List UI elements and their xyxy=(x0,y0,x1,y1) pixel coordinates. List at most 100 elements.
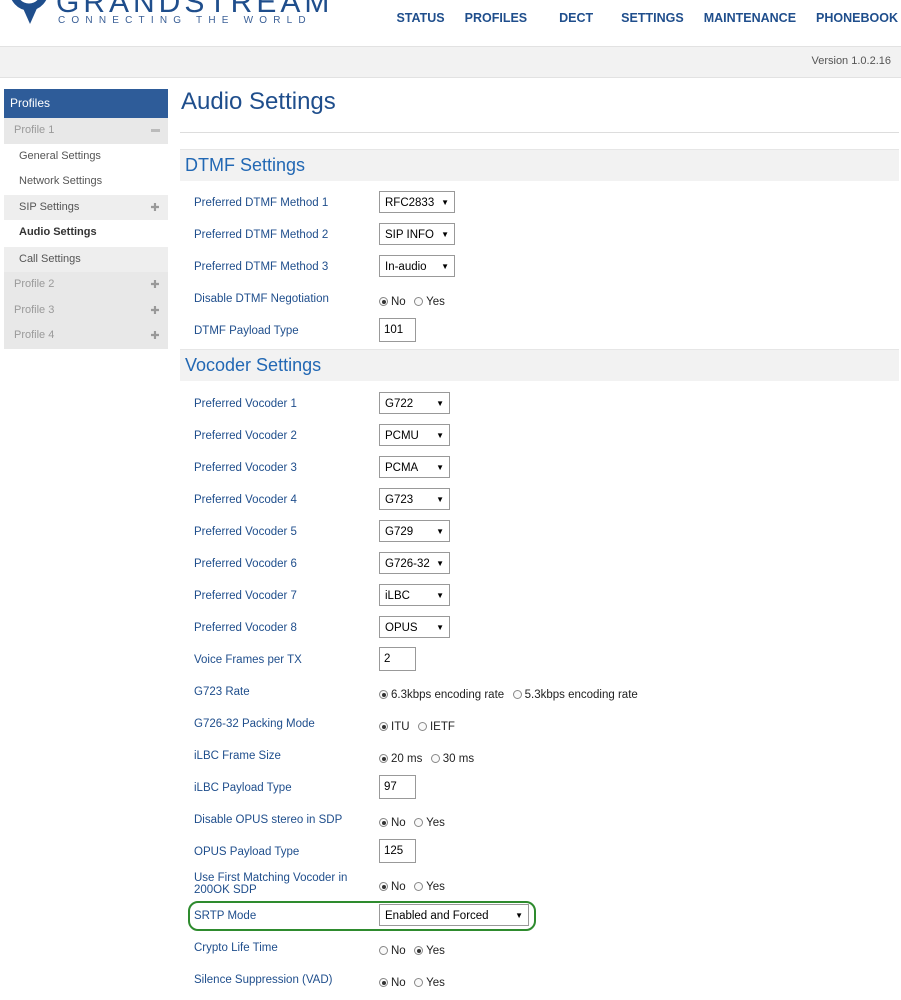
field-label: G726-32 Packing Mode xyxy=(194,718,315,730)
radio-button[interactable] xyxy=(379,722,388,731)
version-bar: Version 1.0.2.16 xyxy=(0,46,901,78)
radio-button[interactable] xyxy=(417,722,427,731)
radio-yes[interactable]: Yes xyxy=(414,817,445,829)
firmware-version: Version 1.0.2.16 xyxy=(811,55,891,67)
field-label: DTMF Payload Type xyxy=(194,325,299,337)
expand-icon[interactable]: ✚ xyxy=(150,331,160,342)
radio-button[interactable] xyxy=(379,882,388,891)
field-label: Preferred DTMF Method 1 xyxy=(194,197,329,209)
radio-button[interactable] xyxy=(379,754,388,763)
sidebar-item-sip-settings[interactable]: SIP Settings ✚ xyxy=(4,194,168,220)
expand-icon[interactable]: ✚ xyxy=(150,202,160,213)
page-title: Audio Settings xyxy=(181,88,336,115)
sidebar-item-label: General Settings xyxy=(19,149,101,162)
nav-status[interactable]: STATUS xyxy=(396,11,444,25)
sidebar-item-profile-3[interactable]: Profile 3 ✚ xyxy=(4,297,168,323)
field-label: iLBC Payload Type xyxy=(194,782,292,794)
voice-frames-row: Voice Frames per TX 2 xyxy=(194,647,894,679)
opus-payload-row: OPUS Payload Type 125 xyxy=(194,839,894,871)
radio-button[interactable] xyxy=(430,754,440,763)
radio-label: No xyxy=(391,880,406,893)
sidebar-item-audio-settings[interactable]: Audio Settings xyxy=(4,220,168,246)
radio-itu[interactable]: ITU xyxy=(379,721,410,733)
sidebar-item-profile-4[interactable]: Profile 4 ✚ xyxy=(4,323,168,349)
dropdown-arrow-icon: ▼ xyxy=(436,591,444,600)
dropdown-arrow-icon: ▼ xyxy=(441,262,449,271)
sidebar-item-label: SIP Settings xyxy=(19,200,80,213)
nav-maintenance[interactable]: MAINTENANCE xyxy=(704,11,796,25)
vocoder-3-select[interactable]: PCMA ▼ xyxy=(379,456,450,478)
radio-no[interactable]: No xyxy=(379,817,406,829)
radio-yes[interactable]: Yes xyxy=(414,296,445,308)
vocoder-4-row: Preferred Vocoder 4 G723 ▼ xyxy=(194,488,894,520)
radio-yes[interactable]: Yes xyxy=(414,945,445,957)
vocoder-8-select[interactable]: OPUS ▼ xyxy=(379,616,450,638)
radio-yes[interactable]: Yes xyxy=(414,881,445,893)
disable-dtmf-negotiation-row: Disable DTMF Negotiation No Yes xyxy=(194,287,894,319)
dtmf-method-2-row: Preferred DTMF Method 2 SIP INFO ▼ xyxy=(194,223,894,255)
nav-dect[interactable]: DECT xyxy=(559,11,593,25)
nav-profiles[interactable]: PROFILES xyxy=(465,11,528,25)
ilbc-payload-input[interactable]: 97 xyxy=(379,775,416,799)
vocoder-2-select[interactable]: PCMU ▼ xyxy=(379,424,450,446)
vocoder-6-select[interactable]: G726-32 ▼ xyxy=(379,552,450,574)
radio-button[interactable] xyxy=(379,978,388,987)
vocoder-1-select[interactable]: G722 ▼ xyxy=(379,392,450,414)
radio-6-3kbps[interactable]: 6.3kbps encoding rate xyxy=(379,689,504,701)
radio-30ms[interactable]: 30 ms xyxy=(430,753,474,765)
sidebar-item-label: Profile 1 xyxy=(14,124,55,136)
dtmf-method-3-select[interactable]: In-audio ▼ xyxy=(379,255,455,277)
vocoder-4-select[interactable]: G723 ▼ xyxy=(379,488,450,510)
opus-payload-input[interactable]: 125 xyxy=(379,839,416,863)
radio-button[interactable] xyxy=(414,297,424,306)
sidebar-item-profile-1[interactable]: Profile 1 xyxy=(4,118,168,144)
radio-no[interactable]: No xyxy=(379,296,406,308)
expand-icon[interactable]: ✚ xyxy=(150,305,160,316)
radio-5-3kbps[interactable]: 5.3kbps encoding rate xyxy=(512,689,638,701)
radio-button[interactable] xyxy=(414,818,424,827)
radio-no[interactable]: No xyxy=(379,945,406,957)
dtmf-method-1-select[interactable]: RFC2833 ▼ xyxy=(379,191,455,213)
radio-20ms[interactable]: 20 ms xyxy=(379,753,422,765)
expand-icon[interactable]: ✚ xyxy=(150,280,160,291)
sidebar-item-label: Profile 2 xyxy=(14,278,55,290)
field-label: Preferred DTMF Method 2 xyxy=(194,229,329,241)
field-label: Preferred Vocoder 5 xyxy=(194,526,297,538)
radio-button[interactable] xyxy=(414,978,424,987)
radio-no[interactable]: No xyxy=(379,881,406,893)
vocoder-6-row: Preferred Vocoder 6 G726-32 ▼ xyxy=(194,552,894,584)
radio-button[interactable] xyxy=(379,690,388,699)
radio-button[interactable] xyxy=(379,818,388,827)
radio-ietf[interactable]: IETF xyxy=(417,721,455,733)
sidebar-item-profile-2[interactable]: Profile 2 ✚ xyxy=(4,272,168,298)
nav-settings[interactable]: SETTINGS xyxy=(621,11,684,25)
voice-frames-input[interactable]: 2 xyxy=(379,647,416,671)
vocoder-2-row: Preferred Vocoder 2 PCMU ▼ xyxy=(194,424,894,456)
g726-packing-row: G726-32 Packing Mode ITU IETF xyxy=(194,712,894,744)
sidebar-item-network-settings[interactable]: Network Settings xyxy=(4,169,168,195)
radio-no[interactable]: No xyxy=(379,977,406,989)
dtmf-method-2-select[interactable]: SIP INFO ▼ xyxy=(379,223,455,245)
opus-stereo-row: Disable OPUS stereo in SDP No Yes xyxy=(194,808,894,840)
radio-button[interactable] xyxy=(512,690,522,699)
radio-button[interactable] xyxy=(414,882,424,891)
field-label: SRTP Mode xyxy=(194,910,257,922)
radio-yes[interactable]: Yes xyxy=(414,977,445,989)
selected-value: RFC2833 xyxy=(385,197,435,209)
sidebar-item-call-settings[interactable]: Call Settings xyxy=(4,246,168,272)
radio-button[interactable] xyxy=(379,946,388,955)
dropdown-arrow-icon: ▼ xyxy=(515,911,523,920)
vocoder-7-select[interactable]: iLBC ▼ xyxy=(379,584,450,606)
field-label: Preferred Vocoder 3 xyxy=(194,462,297,474)
nav-phonebook[interactable]: PHONEBOOK xyxy=(816,11,898,25)
vocoder-8-row: Preferred Vocoder 8 OPUS ▼ xyxy=(194,616,894,648)
sidebar-item-general-settings[interactable]: General Settings xyxy=(4,143,168,169)
vocoder-5-select[interactable]: G729 ▼ xyxy=(379,520,450,542)
collapse-icon[interactable] xyxy=(151,129,160,132)
vocoder-5-row: Preferred Vocoder 5 G729 ▼ xyxy=(194,520,894,552)
srtp-mode-select[interactable]: Enabled and Forced ▼ xyxy=(379,904,529,926)
ilbc-payload-row: iLBC Payload Type 97 xyxy=(194,775,894,807)
dtmf-payload-type-input[interactable]: 101 xyxy=(379,318,416,342)
radio-button[interactable] xyxy=(414,946,424,955)
radio-button[interactable] xyxy=(379,297,388,306)
